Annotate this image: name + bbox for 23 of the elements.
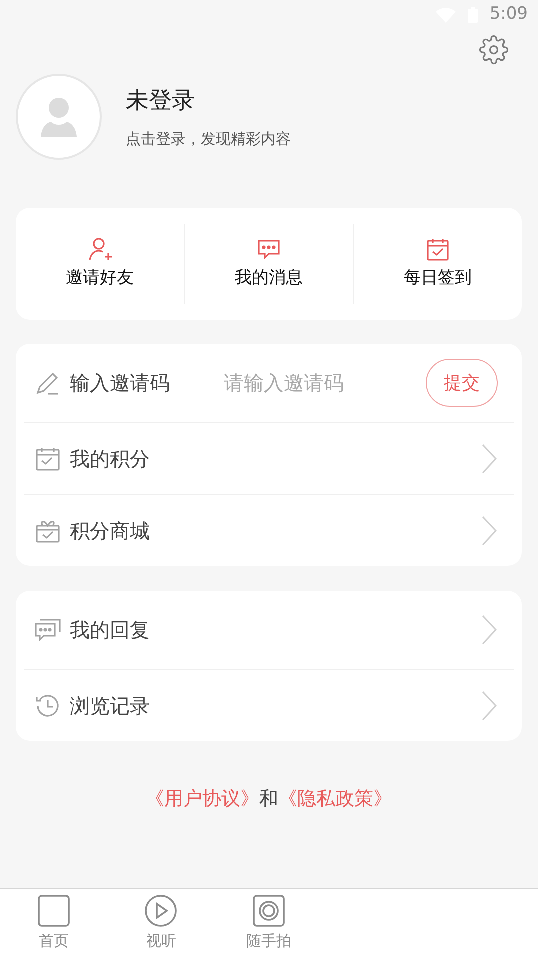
menu-label: 输入邀请码 <box>70 370 171 397</box>
menu-item[interactable]: 积分商城 <box>70 516 472 546</box>
invite-code-field[interactable]: 请输入邀请码 <box>224 368 418 398</box>
login-status[interactable]: 未登录 <box>126 84 291 118</box>
status-time: 5:09 <box>490 3 528 26</box>
play-icon <box>144 894 178 928</box>
shortcut-button[interactable]: 我的消息 <box>185 236 353 292</box>
square-icon <box>36 894 71 928</box>
menu-item[interactable]: 我的积分 <box>70 444 472 474</box>
camera-icon <box>252 894 286 928</box>
agreement-joiner: 和 <box>260 787 278 812</box>
menu-item[interactable]: 我的回复 <box>70 615 472 645</box>
chevron-right-icon <box>480 442 498 474</box>
menu-item[interactable]: 浏览记录 <box>70 690 472 720</box>
person-icon <box>40 97 78 137</box>
shortcut-button[interactable]: 邀请好友 <box>16 236 184 292</box>
shortcut-button[interactable]: 每日签到 <box>354 236 522 292</box>
chevron-right-icon <box>480 690 498 722</box>
comments-icon <box>34 616 62 644</box>
login-hint: 点击登录，发现精彩内容 <box>126 129 291 150</box>
chevron-right-icon <box>480 514 498 546</box>
settings-icon[interactable] <box>479 35 509 65</box>
chevron-right-icon <box>480 614 498 646</box>
